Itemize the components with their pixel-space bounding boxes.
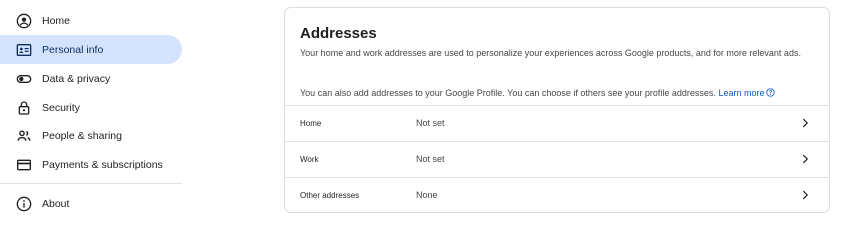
sidebar-item-label: Personal info bbox=[42, 43, 104, 56]
people-icon bbox=[16, 128, 32, 144]
help-circle-icon bbox=[766, 88, 776, 97]
sidebar-item-label: Home bbox=[42, 14, 71, 27]
sidebar-item-label: Security bbox=[42, 101, 80, 114]
sidebar-item-data-privacy[interactable]: Data & privacy bbox=[0, 64, 182, 93]
row-value: Not set bbox=[416, 118, 445, 128]
card-title: Addresses bbox=[300, 25, 377, 42]
sidebar-item-label: People & sharing bbox=[42, 129, 122, 142]
row-value: Not set bbox=[416, 154, 445, 164]
row-label: Other addresses bbox=[300, 191, 360, 200]
chevron-right-icon bbox=[802, 118, 809, 128]
id-card-icon bbox=[16, 42, 32, 58]
sidebar-item-personal-info[interactable]: Personal info bbox=[0, 35, 182, 64]
row-label: Work bbox=[300, 155, 319, 164]
sidebar-item-about[interactable]: About bbox=[0, 189, 182, 218]
learn-more-link[interactable]: Learn more bbox=[718, 88, 776, 98]
sidebar-item-people-sharing[interactable]: People & sharing bbox=[0, 121, 182, 150]
addresses-card: Addresses Your home and work addresses a… bbox=[284, 7, 830, 213]
profile-addresses-note: You can also add addresses to your Googl… bbox=[300, 87, 820, 99]
sidebar-item-label: About bbox=[42, 197, 70, 210]
address-row-other[interactable]: Other addresses None bbox=[285, 177, 829, 212]
sidebar-item-label: Data & privacy bbox=[42, 72, 111, 85]
profile-note-text: You can also add addresses to your Googl… bbox=[300, 88, 716, 98]
learn-more-label: Learn more bbox=[718, 88, 765, 98]
sidebar-item-security[interactable]: Security bbox=[0, 93, 182, 122]
sidebar-item-payments[interactable]: Payments & subscriptions bbox=[0, 150, 182, 179]
account-circle-icon bbox=[16, 13, 32, 29]
row-value: None bbox=[416, 190, 438, 200]
sidebar-item-home[interactable]: Home bbox=[0, 6, 182, 35]
sidebar-item-label: Payments & subscriptions bbox=[42, 158, 163, 171]
address-row-home[interactable]: Home Not set bbox=[285, 105, 829, 142]
sidebar-nav: Home Personal info Data & privacy Securi… bbox=[0, 0, 190, 224]
credit-card-icon bbox=[16, 157, 32, 173]
chevron-right-icon bbox=[802, 154, 809, 164]
sidebar-divider bbox=[0, 183, 182, 184]
card-description: Your home and work addresses are used to… bbox=[300, 48, 801, 58]
address-row-work[interactable]: Work Not set bbox=[285, 141, 829, 178]
toggle-icon bbox=[16, 71, 32, 87]
lock-icon bbox=[16, 100, 32, 116]
row-label: Home bbox=[300, 119, 322, 128]
app-root: Home Personal info Data & privacy Securi… bbox=[0, 0, 860, 224]
info-icon bbox=[16, 196, 32, 212]
chevron-right-icon bbox=[802, 190, 809, 200]
